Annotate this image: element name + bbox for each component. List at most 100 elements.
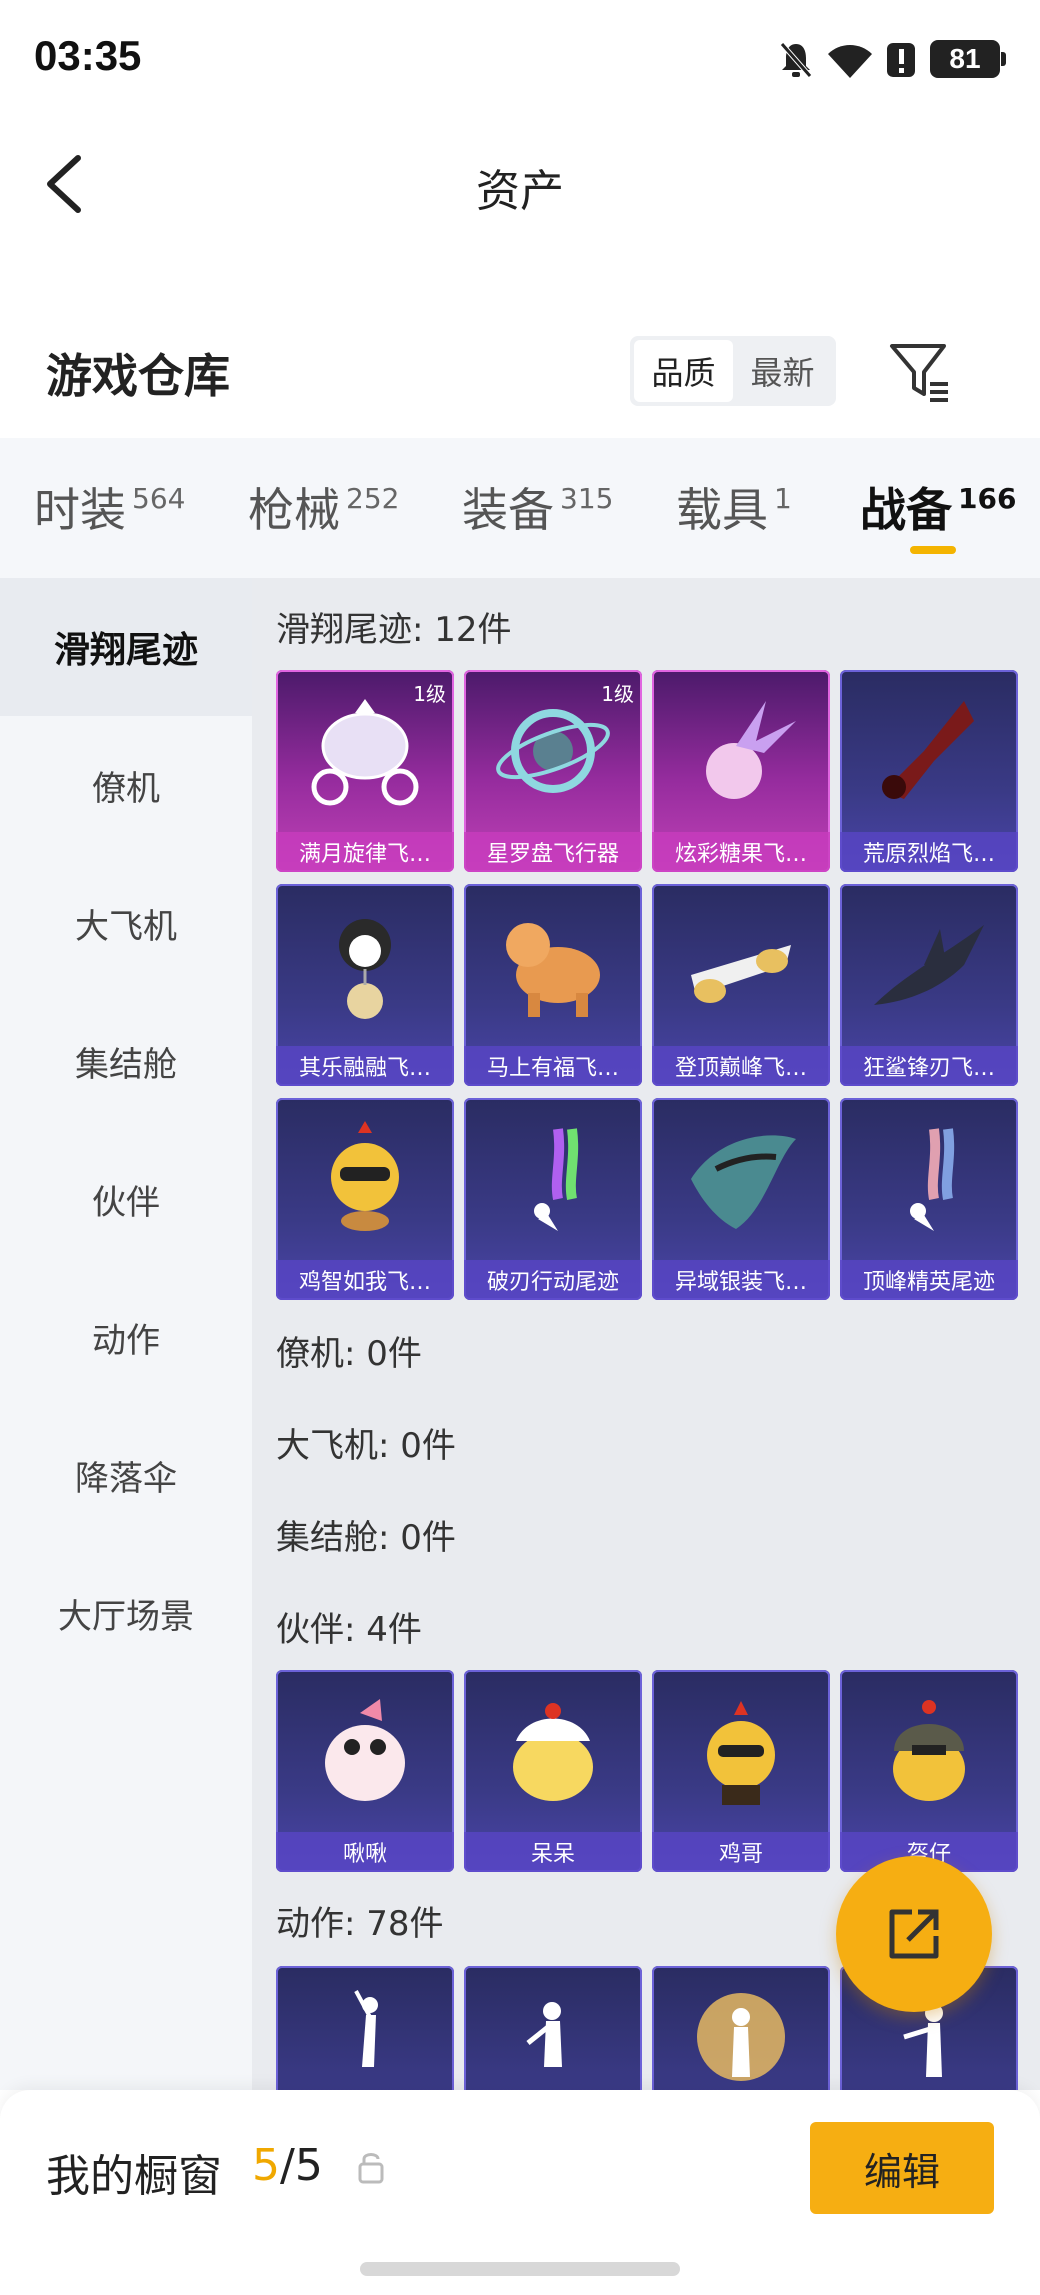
item-card[interactable] (652, 1966, 830, 2090)
item-card[interactable]: 1级 星罗盘飞行器 (464, 670, 642, 872)
item-card[interactable]: 顶峰精英尾迹 (840, 1098, 1018, 1300)
tab-count: 564 (132, 482, 186, 515)
item-card[interactable]: 马上有福飞… (464, 884, 642, 1086)
item-card[interactable]: 狂鲨锋刃飞… (840, 884, 1018, 1086)
item-card[interactable]: 破刃行动尾迹 (464, 1098, 642, 1300)
item-art (276, 1098, 454, 1260)
page-title: 资产 (476, 166, 564, 217)
item-art (840, 670, 1018, 832)
item-art (652, 884, 830, 1046)
tab-label: 战备 (860, 483, 952, 537)
item-name: 狂鲨锋刃飞… (840, 1046, 1018, 1086)
item-level: 1级 (413, 682, 446, 706)
item-card[interactable]: 异域银装飞… (652, 1098, 830, 1300)
sidebar-item-emote[interactable]: 动作 (0, 1268, 252, 1406)
lock-icon (356, 2150, 386, 2184)
warehouse-title: 游戏仓库 (46, 349, 230, 403)
share-icon (889, 1909, 939, 1959)
tab-equipment[interactable]: 装备 315 (462, 474, 613, 540)
item-art (464, 1098, 642, 1260)
tab-combat-gear[interactable]: 战备 166 (860, 474, 1016, 540)
item-card[interactable]: 1级 满月旋律飞… (276, 670, 454, 872)
sidebar-item-lobby-scene[interactable]: 大厅场景 (0, 1544, 252, 1682)
status-time: 03:35 (34, 32, 142, 79)
item-name: 炫彩糖果飞… (652, 832, 830, 872)
item-card[interactable]: 其乐融融飞… (276, 884, 454, 1086)
item-name: 满月旋律飞… (276, 832, 454, 872)
item-card[interactable]: 盔仔 (840, 1670, 1018, 1872)
item-name: 异域银装飞… (652, 1260, 830, 1300)
item-card[interactable]: 炫彩糖果飞… (652, 670, 830, 872)
sidebar-item-parachute[interactable]: 降落伞 (0, 1406, 252, 1544)
sort-newest-button[interactable]: 最新 (733, 340, 832, 402)
item-name: 鸡智如我飞… (276, 1260, 454, 1300)
sidebar-item-assembly-pod[interactable]: 集结舱 (0, 992, 252, 1130)
active-tab-indicator (910, 546, 956, 554)
item-name: 登顶巅峰飞… (652, 1046, 830, 1086)
item-name: 鸡哥 (652, 1832, 830, 1872)
item-art (276, 1670, 454, 1832)
home-indicator[interactable] (360, 2262, 680, 2276)
share-button[interactable] (836, 1856, 992, 2012)
item-art (464, 884, 642, 1046)
tab-count: 166 (958, 482, 1017, 515)
tab-vehicles[interactable]: 载具 1 (676, 474, 792, 540)
item-name: 啾啾 (276, 1832, 454, 1872)
category-sidebar: 滑翔尾迹 僚机 大飞机 集结舱 伙伴 动作 降落伞 大厅场景 (0, 578, 252, 2090)
item-art (464, 1966, 642, 2090)
sidebar-item-big-plane[interactable]: 大飞机 (0, 854, 252, 992)
battery-indicator: 81 (930, 40, 1006, 78)
alert-icon (884, 38, 918, 82)
item-card[interactable] (464, 1966, 642, 2090)
item-name: 荒原烈焰飞… (840, 832, 1018, 872)
wifi-icon (824, 38, 876, 82)
filter-button[interactable] (886, 336, 956, 406)
item-art (276, 1966, 454, 2090)
category-tabs: 时装 564 枪械 252 装备 315 载具 1 战备 166 (0, 438, 1040, 578)
item-name: 其乐融融飞… (276, 1046, 454, 1086)
item-card[interactable] (276, 1966, 454, 2090)
showcase-count-current: 5 (252, 2140, 280, 2191)
item-card[interactable]: 鸡哥 (652, 1670, 830, 1872)
item-art (652, 1098, 830, 1260)
item-name: 顶峰精英尾迹 (840, 1260, 1018, 1300)
item-level: 1级 (601, 682, 634, 706)
section-heading-big-plane: 大飞机: 0件 (276, 1426, 456, 1466)
item-card[interactable]: 荒原烈焰飞… (840, 670, 1018, 872)
showcase-count-total: /5 (280, 2140, 323, 2191)
item-card[interactable]: 呆呆 (464, 1670, 642, 1872)
item-name: 呆呆 (464, 1832, 642, 1872)
edit-button[interactable]: 编辑 (810, 2122, 994, 2214)
tab-count: 1 (774, 482, 792, 515)
item-art (652, 1670, 830, 1832)
item-art (840, 1098, 1018, 1260)
item-card[interactable]: 登顶巅峰飞… (652, 884, 830, 1086)
tab-label: 载具 (676, 483, 768, 537)
item-name: 马上有福飞… (464, 1046, 642, 1086)
section-heading-emote: 动作: 78件 (276, 1904, 444, 1944)
sidebar-item-wingman[interactable]: 僚机 (0, 716, 252, 854)
item-art (464, 1670, 642, 1832)
item-name: 破刃行动尾迹 (464, 1260, 642, 1300)
item-art (840, 884, 1018, 1046)
tab-count: 315 (560, 482, 614, 515)
item-art (276, 884, 454, 1046)
section-heading-partner: 伙伴: 4件 (276, 1610, 422, 1650)
showcase-count: 5/5 (252, 2140, 323, 2191)
section-heading-wingman: 僚机: 0件 (276, 1334, 422, 1374)
tab-fashion[interactable]: 时装 564 (34, 474, 185, 540)
sidebar-item-glide-trail[interactable]: 滑翔尾迹 (0, 578, 252, 716)
item-art (840, 1670, 1018, 1832)
item-art (652, 670, 830, 832)
section-heading-assembly-pod: 集结舱: 0件 (276, 1518, 456, 1558)
tab-firearms[interactable]: 枪械 252 (248, 474, 399, 540)
mute-bell-icon (776, 38, 816, 82)
section-heading-glide-trail: 滑翔尾迹: 12件 (276, 610, 512, 650)
sort-quality-button[interactable]: 品质 (634, 340, 733, 402)
item-card[interactable]: 啾啾 (276, 1670, 454, 1872)
sort-toggle: 品质 最新 (630, 336, 836, 406)
sidebar-item-partner[interactable]: 伙伴 (0, 1130, 252, 1268)
tab-count: 252 (346, 482, 400, 515)
filter-icon (890, 344, 948, 402)
item-card[interactable]: 鸡智如我飞… (276, 1098, 454, 1300)
